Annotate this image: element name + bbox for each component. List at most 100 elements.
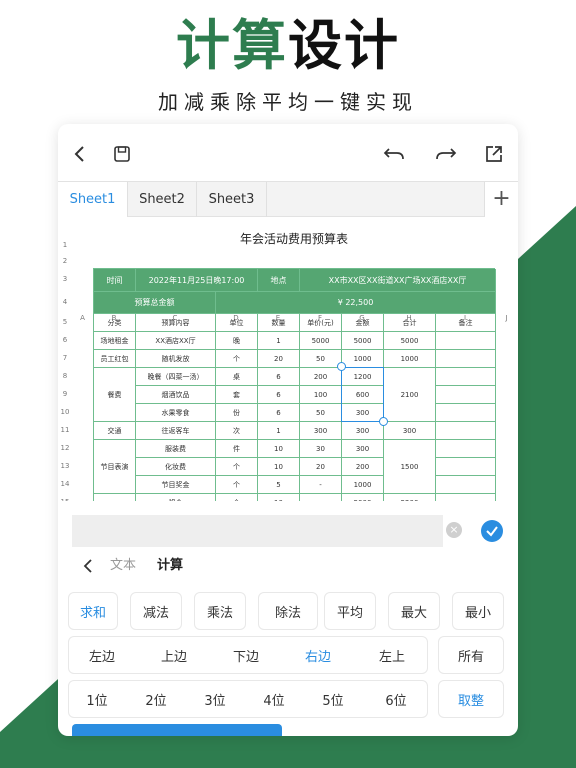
save-icon[interactable] — [110, 142, 134, 166]
table-cell[interactable]: XX酒店XX厅 — [136, 332, 216, 350]
table-cell[interactable]: 1000 — [342, 350, 384, 368]
chevron-left-icon[interactable] — [80, 557, 98, 575]
selection-handle-top[interactable] — [337, 362, 346, 371]
average-button[interactable]: 平均 — [324, 592, 376, 630]
row-header[interactable]: 3 — [58, 268, 72, 291]
table-cell[interactable]: 节目奖金 — [136, 476, 216, 494]
tab-sheet3[interactable]: Sheet3 — [197, 182, 267, 217]
table-cell[interactable] — [436, 440, 496, 458]
formula-input[interactable] — [72, 515, 443, 547]
table-cell[interactable]: 2100 — [384, 368, 436, 422]
clear-icon[interactable]: × — [446, 522, 462, 538]
table-cell[interactable] — [436, 458, 496, 476]
row-header[interactable]: 8 — [58, 367, 72, 385]
min-button[interactable]: 最小 — [452, 592, 504, 630]
table-cell[interactable]: 5200 — [384, 494, 436, 501]
table-cell[interactable]: 个 — [216, 458, 258, 476]
table-cell[interactable]: 次 — [216, 422, 258, 440]
table-cell[interactable]: 晚餐（四菜一汤） — [136, 368, 216, 386]
left-button[interactable]: 左边 — [72, 636, 132, 674]
row-header[interactable]: 10 — [58, 403, 72, 421]
digits-6-button[interactable]: 6位 — [368, 680, 424, 718]
table-cell[interactable]: 50 — [300, 404, 342, 422]
table-cell[interactable]: 烟酒饮品 — [136, 386, 216, 404]
table-cell[interactable]: 1500 — [384, 440, 436, 494]
table-cell[interactable] — [436, 476, 496, 494]
sum-button[interactable]: 求和 — [68, 592, 118, 630]
time-value[interactable]: 2022年11月25日晚17:00 — [136, 269, 258, 292]
table-cell[interactable]: 300 — [300, 422, 342, 440]
confirm-icon[interactable] — [481, 520, 503, 542]
cell-selection[interactable] — [341, 367, 384, 422]
row-header[interactable]: 15 — [58, 493, 72, 501]
table-cell[interactable]: 30 — [300, 440, 342, 458]
category-cell[interactable]: 节目表演 — [94, 440, 136, 494]
place-label[interactable]: 地点 — [258, 269, 300, 292]
table-cell[interactable]: 奖金 — [136, 494, 216, 501]
subtract-button[interactable]: 减法 — [130, 592, 182, 630]
table-cell[interactable]: 5 — [258, 476, 300, 494]
table-cell[interactable]: 6 — [258, 368, 300, 386]
column-title[interactable]: 预算内容 — [136, 314, 216, 332]
max-button[interactable]: 最大 — [388, 592, 440, 630]
table-cell[interactable]: 20 — [300, 458, 342, 476]
undo-icon[interactable] — [382, 142, 406, 166]
table-cell[interactable] — [436, 494, 496, 501]
row-header[interactable]: 5 — [58, 313, 72, 331]
table-cell[interactable]: 水果零食 — [136, 404, 216, 422]
tab-sheet1[interactable]: Sheet1 — [58, 182, 128, 217]
column-title[interactable]: 单位 — [216, 314, 258, 332]
table-cell[interactable]: 晚 — [216, 332, 258, 350]
spreadsheet[interactable]: A B C D E F G H I J 1 2 3 4 5 6 7 8 9 10… — [58, 218, 518, 501]
table-cell[interactable] — [436, 386, 496, 404]
table-cell[interactable] — [436, 404, 496, 422]
budget-value[interactable]: ¥ 22,500 — [216, 292, 496, 314]
table-cell[interactable]: 份 — [216, 404, 258, 422]
table-cell[interactable]: 300 — [342, 440, 384, 458]
crumb-calc-tab[interactable]: 计算 — [157, 554, 183, 578]
column-title[interactable]: 数量 — [258, 314, 300, 332]
up-button[interactable]: 上边 — [144, 636, 204, 674]
row-header[interactable]: 12 — [58, 439, 72, 457]
down-button[interactable]: 下边 — [216, 636, 276, 674]
back-icon[interactable] — [68, 142, 92, 166]
category-cell[interactable]: 餐费 — [94, 368, 136, 422]
row-header[interactable]: 7 — [58, 349, 72, 367]
row-header[interactable]: 14 — [58, 475, 72, 493]
round-button[interactable]: 取整 — [438, 680, 504, 718]
table-cell[interactable]: 10 — [258, 494, 300, 501]
table-cell[interactable]: 个 — [216, 476, 258, 494]
place-value[interactable]: XX市XX区XX街道XX广场XX酒店XX厅 — [300, 269, 496, 292]
digits-2-button[interactable]: 2位 — [131, 680, 181, 718]
table-cell[interactable]: 50 — [300, 350, 342, 368]
table-cell[interactable]: - — [300, 494, 342, 501]
up-left-button[interactable]: 左上 — [360, 636, 424, 674]
crumb-text-tab[interactable]: 文本 — [110, 554, 136, 578]
table-cell[interactable]: 200 — [300, 368, 342, 386]
table-cell[interactable]: 300 — [384, 422, 436, 440]
all-button[interactable]: 所有 — [438, 636, 504, 674]
table-cell[interactable]: 1000 — [384, 350, 436, 368]
digits-4-button[interactable]: 4位 — [249, 680, 299, 718]
digits-5-button[interactable]: 5位 — [308, 680, 358, 718]
table-cell[interactable]: 件 — [216, 440, 258, 458]
row-header[interactable]: 4 — [58, 291, 72, 313]
table-cell[interactable]: 200 — [342, 458, 384, 476]
column-title[interactable]: 备注 — [436, 314, 496, 332]
category-cell[interactable]: 员工红包 — [94, 350, 136, 368]
table-cell[interactable]: 300 — [342, 422, 384, 440]
table-cell[interactable]: - — [300, 476, 342, 494]
row-header[interactable]: 1 — [58, 236, 72, 254]
multiply-button[interactable]: 乘法 — [194, 592, 246, 630]
tab-sheet2[interactable]: Sheet2 — [128, 182, 197, 217]
table-cell[interactable]: 5000 — [342, 332, 384, 350]
table-cell[interactable]: 5000 — [342, 494, 384, 501]
table-cell[interactable] — [436, 332, 496, 350]
column-title[interactable]: 合计 — [384, 314, 436, 332]
column-title[interactable]: 分类 — [94, 314, 136, 332]
table-cell[interactable]: 桌 — [216, 368, 258, 386]
share-icon[interactable] — [482, 142, 506, 166]
selection-handle-bottom[interactable] — [379, 417, 388, 426]
row-header[interactable]: 2 — [58, 255, 72, 267]
table-cell[interactable]: 6 — [258, 386, 300, 404]
